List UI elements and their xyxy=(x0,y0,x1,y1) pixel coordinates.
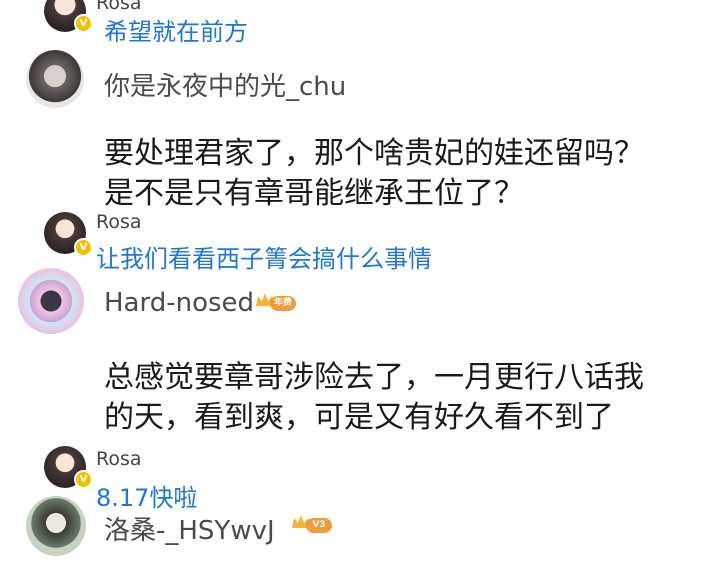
verified-badge-icon: V xyxy=(74,238,93,257)
reply-text: 8.17快啦 xyxy=(96,484,198,512)
user-avatar[interactable] xyxy=(26,50,84,108)
username[interactable]: 洛桑-_HSYwvJ xyxy=(104,510,275,547)
username[interactable]: 你是永夜中的光_chu xyxy=(104,66,346,103)
verified-badge-icon: V xyxy=(74,470,93,489)
level-badge: V3 xyxy=(306,518,332,533)
comment-line: 的天，看到爽，可是又有好久看不到了 xyxy=(104,400,614,435)
reply-text: 让我们看看西子箐会搞什么事情 xyxy=(96,245,432,273)
reply-author[interactable]: Rosa xyxy=(96,211,142,233)
user-avatar[interactable] xyxy=(26,496,86,556)
username[interactable]: Hard-nosed xyxy=(104,288,254,318)
annual-badge: 年费 xyxy=(270,296,296,311)
reply-author[interactable]: Rosa xyxy=(96,448,142,470)
comment-line: 是不是只有章哥能继承王位了？ xyxy=(104,176,524,211)
verified-badge-icon: V xyxy=(74,14,93,33)
user-avatar[interactable] xyxy=(18,268,84,334)
reply-text: 希望就在前方 xyxy=(104,18,248,46)
